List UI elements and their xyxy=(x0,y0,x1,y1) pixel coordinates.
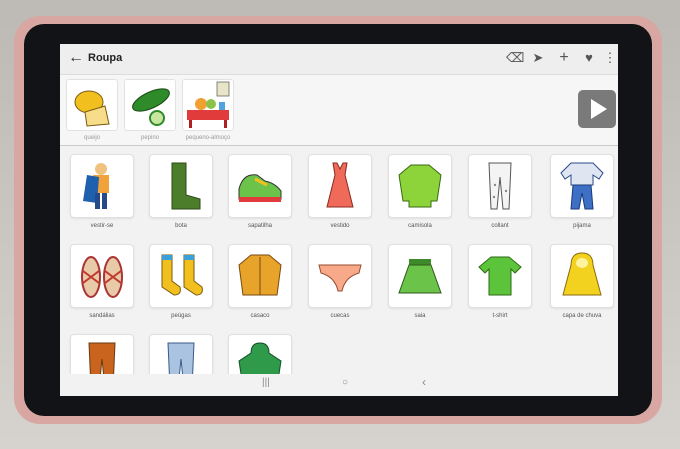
grid-item-label: sandálias xyxy=(89,313,115,319)
grid-item-casaco[interactable]: casaco xyxy=(228,244,292,319)
breakfast-icon xyxy=(182,79,234,131)
grid-item-label: t-shirt xyxy=(492,313,508,319)
dress-icon xyxy=(308,154,372,218)
grid-item-label: vestir-se xyxy=(90,223,114,229)
grid-item-collant[interactable]: collant xyxy=(468,154,532,229)
getting-dressed-icon xyxy=(70,154,134,218)
system-nav-bar: ||| ○ ‹ xyxy=(60,374,618,396)
more-options-icon[interactable]: ⋮ xyxy=(602,50,618,66)
sweater-icon xyxy=(388,154,452,218)
grid-item-sandalias[interactable]: sandálias xyxy=(70,244,134,319)
grid-item-label: saia xyxy=(414,313,426,319)
t-shirt-icon xyxy=(468,244,532,308)
app-bar: ← Roupa ⌫ ➤ + ♥ ⋮ xyxy=(60,44,618,75)
nav-back-button[interactable]: ‹ xyxy=(422,375,426,389)
back-arrow-icon[interactable]: ← xyxy=(68,49,84,67)
grid-item-label: capa de chuva xyxy=(562,313,602,319)
boot-icon xyxy=(149,154,213,218)
grid-item-vestir-se[interactable]: vestir-se xyxy=(70,154,134,229)
raincoat-icon xyxy=(550,244,614,308)
sentence-item[interactable]: pequeno-almoço xyxy=(182,79,234,141)
grid-item-label: peúgas xyxy=(171,313,191,319)
grid-item-label: vestido xyxy=(330,223,350,229)
grid-item-pijama[interactable]: pijama xyxy=(550,154,614,229)
grid-item-saia[interactable]: saia xyxy=(388,244,452,319)
sentence-item-label: queijo xyxy=(83,135,100,141)
sentence-item[interactable]: pepino xyxy=(124,79,176,141)
socks-icon xyxy=(149,244,213,308)
grid-item-vestido[interactable]: vestido xyxy=(308,154,372,229)
app-screen: ← Roupa ⌫ ➤ + ♥ ⋮ queijo pepino pequeno-… xyxy=(60,44,618,396)
pictogram-grid: vestir-se bota sapatilha vestido camisol… xyxy=(60,146,618,396)
grid-item-label: pijama xyxy=(573,223,591,229)
heart-icon[interactable]: ♥ xyxy=(581,50,597,66)
grid-item-sapatilha[interactable]: sapatilha xyxy=(228,154,292,229)
send-icon[interactable]: ➤ xyxy=(530,50,546,66)
add-icon[interactable]: + xyxy=(556,50,572,66)
underwear-icon xyxy=(308,244,372,308)
grid-item-cuecas[interactable]: cuecas xyxy=(308,244,372,319)
grid-item-capa-de-chuva[interactable]: capa de chuva xyxy=(550,244,614,319)
page-title: Roupa xyxy=(88,52,123,64)
sentence-item-label: pequeno-almoço xyxy=(185,135,231,141)
grid-item-bota[interactable]: bota xyxy=(149,154,213,229)
sentence-item[interactable]: queijo xyxy=(66,79,118,141)
jacket-icon xyxy=(228,244,292,308)
play-icon xyxy=(591,99,607,119)
pajamas-icon xyxy=(550,154,614,218)
cucumber-icon xyxy=(124,79,176,131)
recents-button[interactable]: ||| xyxy=(262,377,270,388)
grid-item-label: collant xyxy=(491,223,509,229)
grid-item-peugas[interactable]: peúgas xyxy=(149,244,213,319)
play-button[interactable] xyxy=(578,90,616,128)
grid-item-camisola[interactable]: camisola xyxy=(388,154,452,229)
home-button[interactable]: ○ xyxy=(342,377,348,388)
sentence-strip: queijo pepino pequeno-almoço xyxy=(60,75,618,146)
skirt-icon xyxy=(388,244,452,308)
grid-item-label: casaco xyxy=(250,313,270,319)
tights-icon xyxy=(468,154,532,218)
grid-item-t-shirt[interactable]: t-shirt xyxy=(468,244,532,319)
grid-item-label: sapatilha xyxy=(247,223,273,229)
sandals-icon xyxy=(70,244,134,308)
grid-item-label: camisola xyxy=(408,223,432,229)
grid-item-label: cuecas xyxy=(330,313,350,319)
cheese-icon xyxy=(66,79,118,131)
sneaker-icon xyxy=(228,154,292,218)
backspace-icon[interactable]: ⌫ xyxy=(506,50,524,66)
grid-item-label: bota xyxy=(175,223,187,229)
sentence-item-label: pepino xyxy=(140,135,160,141)
